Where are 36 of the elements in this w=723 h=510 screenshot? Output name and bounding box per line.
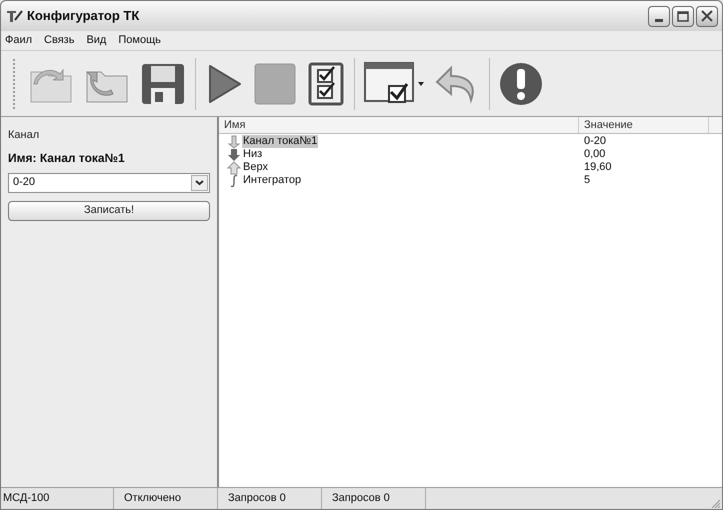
status-text: Запросов 0 bbox=[228, 491, 286, 506]
tree-item[interactable]: Низ bbox=[242, 148, 264, 161]
stop-icon bbox=[252, 62, 298, 106]
table-cell: 19,60 bbox=[584, 161, 612, 174]
tree-item[interactable]: Канал тока№1 bbox=[242, 135, 318, 148]
column-header[interactable]: Имя bbox=[219, 117, 579, 133]
exclamation-icon bbox=[498, 60, 544, 106]
status-text: Запросов 0 bbox=[332, 491, 390, 506]
tree-item[interactable]: Верх bbox=[242, 161, 269, 174]
menu-item[interactable]: Фаил bbox=[5, 32, 32, 49]
app-icon bbox=[5, 8, 23, 24]
table-cell: 0,00 bbox=[584, 148, 606, 160]
channel-name: Имя: Канал тока№1 bbox=[8, 150, 126, 166]
status-text: Отключено bbox=[124, 491, 181, 506]
write-button[interactable]: Записать! bbox=[8, 200, 210, 220]
column-header[interactable]: Значение bbox=[579, 117, 709, 133]
section-label: Канал bbox=[8, 128, 40, 143]
arrow-down-icon bbox=[227, 148, 241, 162]
close-icon bbox=[701, 10, 713, 22]
maximize-icon bbox=[677, 10, 689, 22]
minimize-button[interactable] bbox=[648, 6, 670, 26]
maximize-button[interactable] bbox=[672, 6, 694, 26]
tree-item[interactable]: Интегратор bbox=[242, 174, 302, 187]
range-dropdown[interactable]: 0-20 bbox=[8, 172, 210, 192]
status-text: МСД-100 bbox=[3, 491, 50, 506]
table-cell: 5 bbox=[584, 174, 590, 186]
menu-item[interactable]: Вид bbox=[86, 32, 106, 49]
arrow-up-icon bbox=[227, 160, 241, 174]
window-title: Конфигуратор ТК bbox=[27, 7, 140, 26]
minimize-icon bbox=[655, 18, 663, 22]
menu-item[interactable]: Помощь bbox=[118, 32, 161, 49]
close-button[interactable] bbox=[696, 6, 718, 26]
arrow-down-icon bbox=[227, 134, 241, 148]
menu-item[interactable]: Связь bbox=[44, 32, 74, 49]
table-cell: 0-20 bbox=[584, 135, 606, 148]
checklist-icon bbox=[306, 62, 346, 106]
